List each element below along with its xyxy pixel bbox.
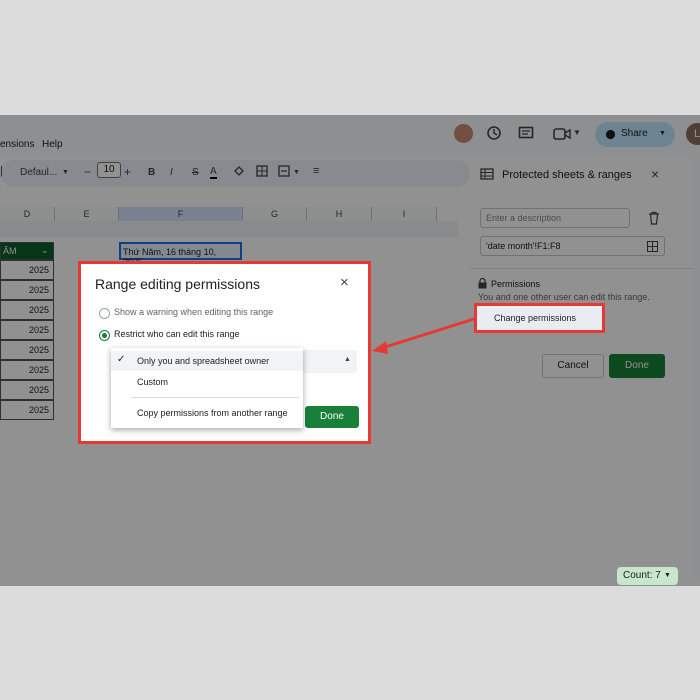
dropdown-item-only-you[interactable]: ✓ Only you and spreadsheet owner bbox=[111, 351, 303, 371]
dropdown-item-copy-permissions[interactable]: Copy permissions from another range bbox=[111, 403, 303, 423]
dialog-title: Range editing permissions bbox=[95, 276, 260, 292]
warning-radio[interactable] bbox=[99, 308, 110, 319]
check-icon: ✓ bbox=[117, 354, 126, 365]
select-chevron-up-icon[interactable]: ▲ bbox=[344, 356, 351, 363]
sheets-app: ensions Help ▼ Share ▼ L | Defaul... ▼ −… bbox=[0, 115, 700, 586]
warning-option-label[interactable]: Show a warning when editing this range bbox=[114, 307, 273, 317]
dropdown-divider bbox=[131, 397, 299, 398]
dropdown-item-custom[interactable]: Custom bbox=[111, 372, 303, 392]
dialog-close-icon[interactable]: × bbox=[340, 274, 349, 291]
dialog-done-button[interactable]: Done bbox=[305, 406, 359, 428]
arrow-annotation bbox=[372, 317, 475, 354]
restrict-option-label[interactable]: Restrict who can edit this range bbox=[114, 329, 240, 339]
change-permissions-button[interactable]: Change permissions bbox=[474, 303, 605, 333]
count-chevron-icon: ▼ bbox=[664, 572, 671, 579]
permission-dropdown-menu: ✓ Only you and spreadsheet owner Custom … bbox=[111, 348, 303, 428]
restrict-radio[interactable] bbox=[99, 330, 110, 341]
count-status-chip[interactable]: Count: 7 ▼ bbox=[617, 567, 678, 585]
